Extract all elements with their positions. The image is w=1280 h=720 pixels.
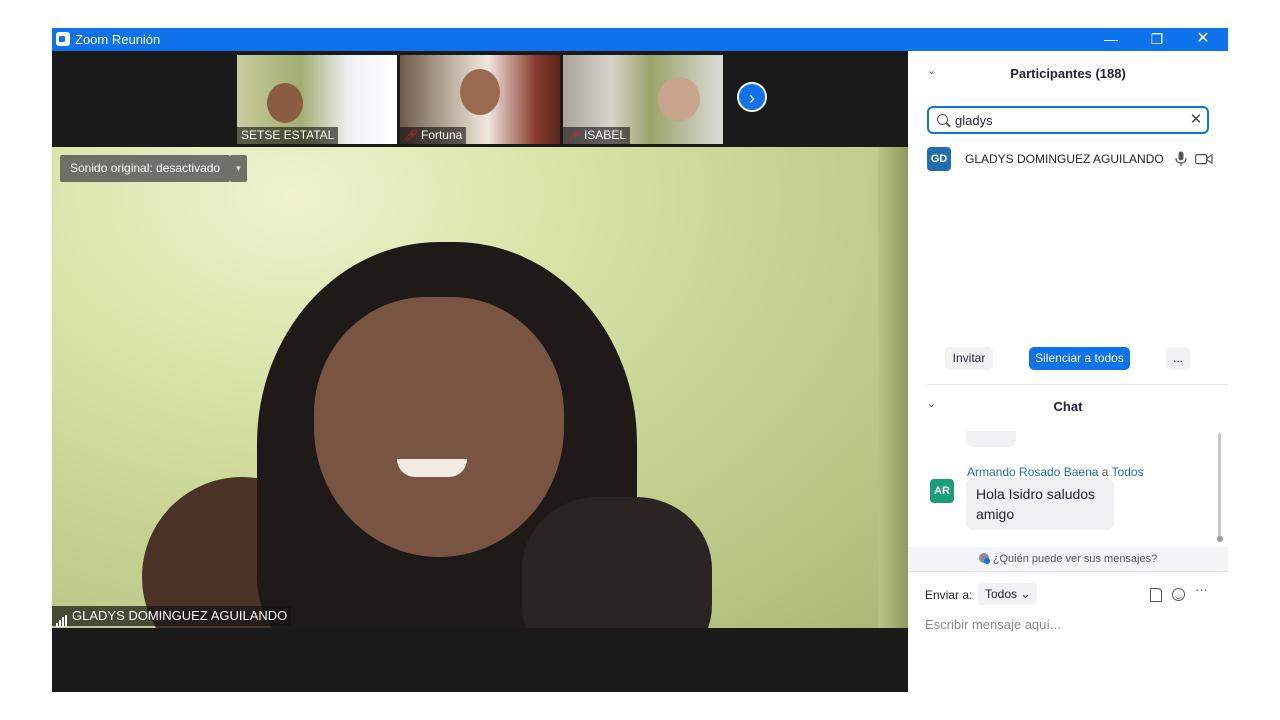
video-thumbnail[interactable]: 🎤︎ Fortuna — [400, 55, 560, 144]
participant-face — [658, 77, 700, 121]
muted-mic-icon: 🎤︎ — [404, 130, 418, 142]
avatar: GD — [927, 147, 951, 171]
scrollbar-thumb[interactable] — [1217, 536, 1223, 542]
speaker-shoulder — [522, 497, 712, 628]
more-icon[interactable]: ··· — [1195, 582, 1208, 597]
video-thumbnail[interactable]: 🎤︎ ISABEL — [563, 55, 723, 144]
participant-face — [460, 69, 500, 115]
participants-title: Participantes (188) — [1010, 66, 1126, 81]
section-divider — [927, 384, 1228, 385]
original-sound-dropdown[interactable]: ▼ — [230, 155, 247, 182]
next-page-button[interactable]: › — [737, 82, 767, 112]
chat-title: Chat — [1053, 399, 1083, 414]
thumbnail-name: 🎤︎ Fortuna — [400, 127, 467, 144]
participant-row[interactable]: GD GLADYS DOMINGUEZ AGUILANDO — [927, 146, 1217, 172]
chat-message-bubble: Hola Isidro saludos amigo — [966, 478, 1114, 530]
person-info-icon — [978, 553, 990, 564]
maximize-button[interactable]: ❐ — [1134, 28, 1180, 51]
close-button[interactable]: ✕ — [1180, 28, 1226, 51]
thumbnail-strip: SETSE ESTATAL 🎤︎ Fortuna 🎤︎ ISABEL › — [52, 51, 908, 147]
chat-sender[interactable]: Armando Rosado Baena — [967, 465, 1098, 479]
more-options-button[interactable]: ... — [1166, 347, 1190, 370]
original-sound-button[interactable]: Sonido original: desactivado — [60, 155, 231, 182]
window-title: Zoom Reunión — [75, 32, 161, 47]
muted-mic-icon: 🎤︎ — [567, 130, 581, 142]
participant-search-input[interactable] — [955, 111, 1175, 129]
participant-search: ✕ — [927, 106, 1209, 134]
camera-icon[interactable] — [1195, 153, 1213, 165]
minimize-button[interactable]: — — [1088, 28, 1134, 51]
who-can-see-link[interactable]: ¿Quién puede ver sus mensajes? — [908, 547, 1228, 571]
thumbnail-name: SETSE ESTATAL — [237, 127, 339, 144]
participant-face — [267, 83, 303, 123]
zoom-window: Zoom Reunión — ❐ ✕ SETSE ESTATAL 🎤︎ Fortu… — [52, 28, 1228, 692]
search-icon — [937, 114, 948, 125]
chat-recipient[interactable]: Todos — [1112, 465, 1144, 479]
mic-icon[interactable] — [1175, 151, 1187, 167]
title-bar: Zoom Reunión — ❐ ✕ — [52, 28, 1228, 51]
participant-name: GLADYS DOMINGUEZ AGUILANDO — [965, 152, 1164, 166]
avatar: AR — [930, 479, 954, 503]
wall-edge — [878, 147, 908, 628]
thumbnail-name: 🎤︎ ISABEL — [563, 127, 630, 144]
file-icon[interactable] — [1150, 588, 1162, 602]
send-to-label: Enviar a: — [925, 588, 973, 602]
sidebar: ⌄ Participantes (188) ✕ GD GLADYS DOMING… — [908, 51, 1228, 692]
zoom-app-icon — [56, 32, 70, 46]
send-to-select[interactable]: Todos ⌄ — [978, 583, 1038, 605]
chat-input[interactable] — [925, 613, 1215, 635]
active-speaker-video: Sonido original: desactivado ▼ GLADYS DO… — [52, 147, 908, 628]
chevron-down-icon: ⌄ — [1020, 587, 1031, 601]
chat-message-header: Armando Rosado Baena a Todos — [967, 465, 1144, 479]
speaker-smile — [397, 459, 467, 477]
speaker-face — [314, 297, 564, 557]
mute-all-button[interactable]: Silenciar a todos — [1029, 347, 1130, 370]
speaker-name-tag: GLADYS DOMINGUEZ AGUILANDO — [52, 606, 292, 627]
video-thumbnail[interactable]: SETSE ESTATAL — [237, 55, 397, 144]
previous-message-bubble — [966, 431, 1016, 447]
chat-scrollbar[interactable] — [1218, 433, 1221, 541]
chat-to-word: a — [1098, 465, 1112, 479]
chat-divider — [908, 571, 1228, 572]
video-area: SETSE ESTATAL 🎤︎ Fortuna 🎤︎ ISABEL › Sonid… — [52, 51, 908, 692]
clear-search-icon[interactable]: ✕ — [1187, 111, 1205, 129]
emoji-icon[interactable] — [1172, 588, 1185, 601]
invite-button[interactable]: Invitar — [945, 347, 993, 370]
signal-strength-icon — [56, 607, 68, 627]
